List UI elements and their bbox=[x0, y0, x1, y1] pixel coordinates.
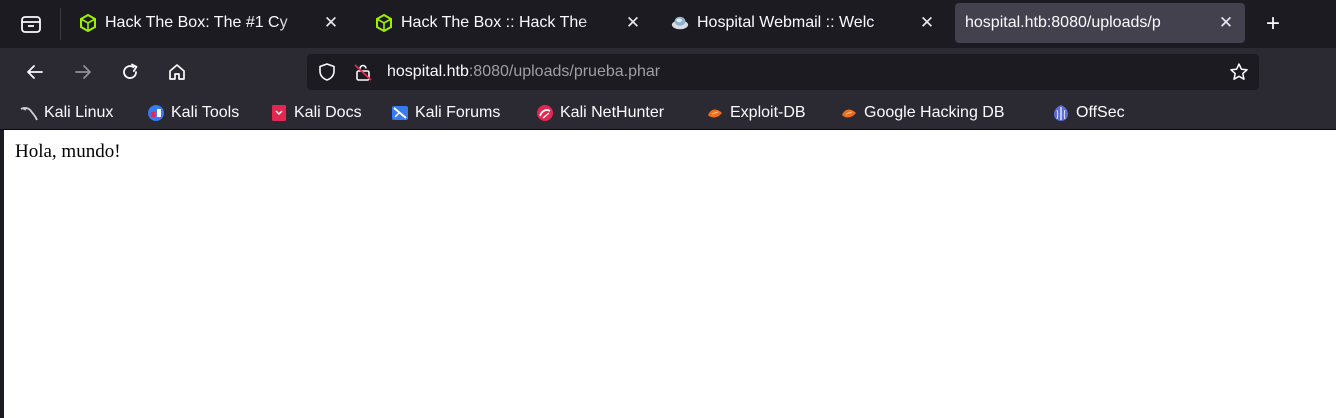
tab-label: hospital.htb:8080/uploads/p bbox=[965, 14, 1161, 31]
exploit-db-icon bbox=[706, 104, 724, 122]
kali-forums-icon bbox=[391, 104, 409, 122]
kali-docs-icon bbox=[270, 104, 288, 122]
tab-active-uploads[interactable]: hospital.htb:8080/uploads/p ✕ bbox=[955, 3, 1245, 43]
offsec-icon bbox=[1052, 104, 1070, 122]
bookmark-star-icon[interactable] bbox=[1229, 62, 1249, 82]
close-tab-icon[interactable]: ✕ bbox=[1215, 12, 1237, 34]
bookmark-kali-linux[interactable]: Kali Linux bbox=[20, 102, 113, 124]
page-content: Hola, mundo! bbox=[4, 130, 1336, 418]
new-tab-button[interactable]: + bbox=[1258, 10, 1288, 38]
kali-nethunter-icon bbox=[536, 104, 554, 122]
close-tab-icon[interactable]: ✕ bbox=[916, 12, 938, 34]
home-button[interactable] bbox=[162, 57, 192, 87]
tab-label: Hack The Box :: Hack The bbox=[401, 14, 588, 31]
tab-overview-button[interactable] bbox=[4, 3, 58, 45]
url-text[interactable]: hospital.htb:8080/uploads/prueba.phar bbox=[387, 63, 660, 81]
close-tab-icon[interactable]: ✕ bbox=[622, 12, 644, 34]
page-body-text: Hola, mundo! bbox=[15, 141, 121, 162]
home-icon bbox=[169, 64, 185, 80]
forward-arrow-icon bbox=[75, 65, 91, 79]
bookmark-kali-forums[interactable]: Kali Forums bbox=[391, 102, 500, 124]
tab-separator bbox=[60, 8, 61, 40]
insecure-lock-icon[interactable] bbox=[353, 62, 373, 82]
bookmark-kali-docs[interactable]: Kali Docs bbox=[270, 102, 362, 124]
tracking-protection-shield-icon[interactable] bbox=[317, 62, 337, 82]
navigation-toolbar: hospital.htb:8080/uploads/prueba.phar bbox=[0, 48, 1336, 96]
bookmark-exploit-db[interactable]: Exploit-DB bbox=[706, 102, 806, 124]
bookmark-label: Exploit-DB bbox=[730, 104, 806, 121]
bookmark-google-hacking-db[interactable]: Google Hacking DB bbox=[840, 102, 1005, 124]
bookmark-kali-tools[interactable]: Kali Tools bbox=[147, 102, 239, 124]
htb-cube-icon bbox=[375, 14, 393, 32]
tab-label: Hack The Box: The #1 Cy bbox=[105, 14, 288, 31]
bookmark-label: Kali Tools bbox=[171, 104, 240, 121]
tab-htb-home[interactable]: Hack The Box: The #1 Cy ✕ bbox=[64, 3, 350, 43]
bookmark-label: Kali Linux bbox=[44, 104, 114, 121]
tab-htb-hack[interactable]: Hack The Box :: Hack The ✕ bbox=[360, 3, 652, 43]
tab-list-icon bbox=[21, 16, 41, 33]
bookmark-kali-nethunter[interactable]: Kali NetHunter bbox=[536, 102, 664, 124]
reload-button[interactable] bbox=[115, 57, 145, 87]
back-arrow-icon bbox=[27, 65, 43, 79]
tab-hospital-webmail[interactable]: Hospital Webmail :: Welc ✕ bbox=[656, 3, 946, 43]
bookmark-offsec[interactable]: OffSec bbox=[1052, 102, 1125, 124]
roundcube-icon bbox=[671, 14, 689, 32]
bookmark-label: Google Hacking DB bbox=[864, 104, 1005, 121]
htb-cube-icon bbox=[79, 14, 97, 32]
kali-tools-icon bbox=[147, 104, 165, 122]
url-host: hospital.htb bbox=[387, 63, 469, 80]
forward-button[interactable] bbox=[68, 57, 98, 87]
tab-label: Hospital Webmail :: Welc bbox=[697, 14, 875, 31]
bookmarks-toolbar: Kali Linux Kali Tools Kali Docs Kali For… bbox=[0, 96, 1336, 130]
bookmark-label: OffSec bbox=[1076, 104, 1125, 121]
tab-strip: Hack The Box: The #1 Cy ✕ Hack The Box :… bbox=[0, 0, 1336, 48]
address-bar[interactable]: hospital.htb:8080/uploads/prueba.phar bbox=[307, 54, 1259, 90]
reload-icon bbox=[123, 63, 138, 79]
back-button[interactable] bbox=[20, 57, 50, 87]
bookmark-label: Kali Forums bbox=[415, 104, 501, 121]
kali-dragon-icon bbox=[20, 104, 38, 122]
url-path: :8080/uploads/prueba.phar bbox=[468, 63, 661, 80]
bookmark-label: Kali Docs bbox=[294, 104, 362, 121]
bookmark-label: Kali NetHunter bbox=[560, 104, 665, 121]
close-tab-icon[interactable]: ✕ bbox=[320, 12, 342, 34]
ghdb-icon bbox=[840, 104, 858, 122]
